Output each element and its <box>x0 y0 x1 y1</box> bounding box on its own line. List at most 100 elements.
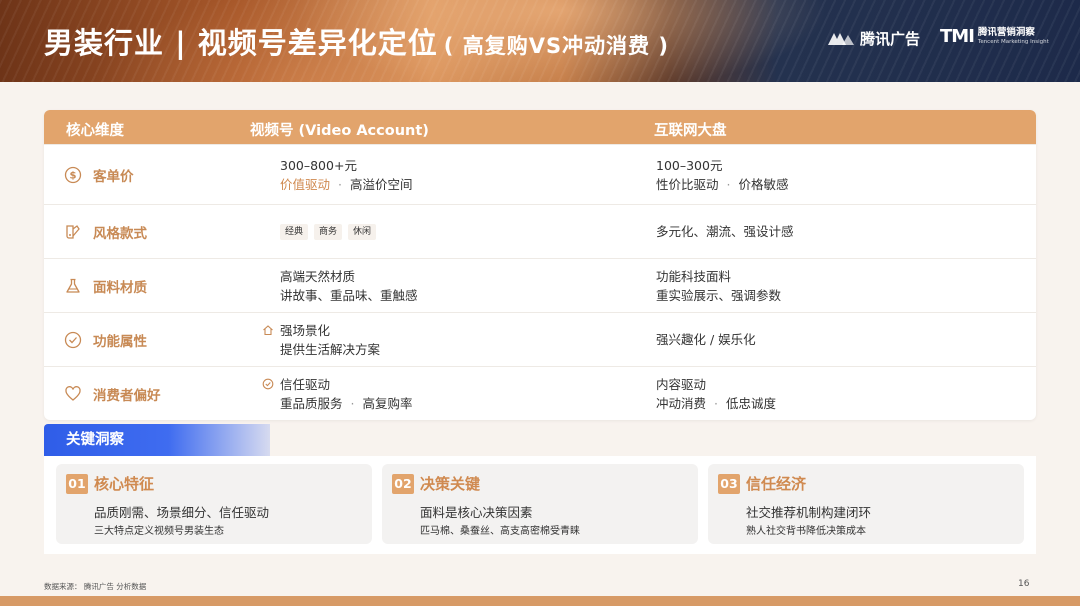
internet-cell: 多元化、潮流、强设计感 <box>656 205 794 258</box>
tmi-en-label: Tencent Marketing Insight <box>977 38 1049 45</box>
insight-line1: 面料是核心决策因素 <box>420 505 533 520</box>
insight-line1: 社交推荐机制构建闭环 <box>746 505 872 520</box>
header-video-account: 视频号 (Video Account) <box>250 123 429 139</box>
internet-preference-line1: 内容驱动 <box>656 376 707 392</box>
dimension-style: 风格款式 <box>64 205 147 258</box>
svg-text:$: $ <box>70 170 77 181</box>
tencent-logo-icon <box>828 32 854 45</box>
video-value-driven: 价值驱动 <box>280 176 331 192</box>
dimension-label: 客单价 <box>93 168 134 185</box>
video-cell: 300–800+元 价值驱动 · 高溢价空间 <box>280 145 413 204</box>
internet-price-desc: 性价比驱动 · 价格敏感 <box>656 175 789 194</box>
tencent-ads-logo: 腾讯广告 <box>826 28 920 49</box>
video-preference-line1: 信任驱动 <box>280 376 331 392</box>
video-premium: 高溢价空间 <box>350 176 413 192</box>
check-circle-icon <box>64 331 82 348</box>
internet-style-desc: 多元化、潮流、强设计感 <box>656 224 794 239</box>
internet-cell: 100–300元 性价比驱动 · 价格敏感 <box>656 145 789 204</box>
internet-cell: 强兴趣化 / 娱乐化 <box>656 313 756 366</box>
video-repurchase: 高复购率 <box>362 395 413 411</box>
separator-dot: · <box>726 176 731 192</box>
video-price-range: 300–800+元 <box>280 157 357 173</box>
style-tags: 经典 商务 休闲 <box>280 223 377 240</box>
video-cell: 高端天然材质 讲故事、重品味、重触感 <box>280 259 418 312</box>
tmi-mark: TMI <box>940 26 975 47</box>
video-quality-service: 重品质服务 <box>280 395 343 411</box>
dimension-fabric: 面料材质 <box>64 259 147 312</box>
internet-fabric-line1: 功能科技面料 <box>656 268 732 284</box>
video-fabric-line2: 讲故事、重品味、重触感 <box>280 287 418 303</box>
insight-card: 03 信任经济 社交推荐机制构建闭环 熟人社交背书降低决策成本 <box>708 464 1024 544</box>
video-cell: 信任驱动 重品质服务 · 高复购率 <box>280 367 413 420</box>
video-fabric-line1: 高端天然材质 <box>280 268 356 284</box>
dollar-circle-icon: $ <box>64 166 82 183</box>
dimension-label: 面料材质 <box>93 279 147 296</box>
table-header: 核心维度 视频号 (Video Account) 互联网大盘 <box>44 110 1036 144</box>
heart-icon <box>65 385 81 401</box>
video-cell: 强场景化 提供生活解决方案 <box>280 313 380 366</box>
insight-number: 03 <box>718 474 740 494</box>
insight-line2: 三大特点定义视频号男装生态 <box>94 526 224 537</box>
internet-preference-line2: 冲动消费 · 低忠诚度 <box>656 394 776 413</box>
internet-impulse: 冲动消费 <box>656 395 707 411</box>
internet-cell: 内容驱动 冲动消费 · 低忠诚度 <box>656 367 776 420</box>
insight-line2: 熟人社交背书降低决策成本 <box>746 526 866 537</box>
dimension-function: 功能属性 <box>64 313 147 366</box>
insights-panel: 01 核心特征 品质刚需、场景细分、信任驱动 三大特点定义视频号男装生态 02 … <box>44 456 1036 554</box>
internet-value-driven: 性价比驱动 <box>656 176 719 192</box>
dimension-preference: 消费者偏好 <box>64 367 161 420</box>
tmi-cn-label: 腾讯营销洞察 <box>977 27 1035 38</box>
page-title-main: 男装行业 | 视频号差异化定位 <box>44 26 438 60</box>
video-function-line1: 强场景化 <box>280 322 331 338</box>
style-tag: 经典 <box>280 223 309 240</box>
table-row: $ 客单价 300–800+元 价值驱动 · 高溢价空间 100–300元 性价比驱… <box>44 144 1036 204</box>
separator-dot: · <box>350 395 355 411</box>
insight-line2: 匹马棉、桑蚕丝、高支高密棉受青睐 <box>420 526 580 537</box>
check-badge-icon <box>262 378 274 390</box>
table-row: 功能属性 强场景化 提供生活解决方案 强兴趣化 / 娱乐化 <box>44 312 1036 366</box>
page-title-sub: ( 高复购VS冲动消费 ) <box>443 34 669 58</box>
tmi-logo: TMI 腾讯营销洞察 Tencent Marketing Insight <box>940 26 1049 47</box>
video-price-desc: 价值驱动 · 高溢价空间 <box>280 175 413 194</box>
dimension-label: 消费者偏好 <box>93 387 161 404</box>
tmi-text: 腾讯营销洞察 Tencent Marketing Insight <box>978 28 1049 45</box>
flask-icon <box>66 278 80 293</box>
style-tag: 休闲 <box>348 223 377 240</box>
comparison-table: 核心维度 视频号 (Video Account) 互联网大盘 $ 客单价 300… <box>44 110 1036 420</box>
table-row: 消费者偏好 信任驱动 重品质服务 · 高复购率 内容驱动 冲动消费 · 低忠诚度 <box>44 366 1036 420</box>
insight-title: 决策关键 <box>420 475 481 493</box>
dimension-label: 功能属性 <box>93 333 147 350</box>
internet-function-line1: 强兴趣化 / 娱乐化 <box>656 332 756 347</box>
table-row: 风格款式 经典 商务 休闲 多元化、潮流、强设计感 <box>44 204 1036 258</box>
insight-title: 信任经济 <box>746 475 807 493</box>
video-function-line2: 提供生活解决方案 <box>280 341 381 357</box>
insight-line1: 品质刚需、场景细分、信任驱动 <box>94 505 270 520</box>
video-cell: 经典 商务 休闲 <box>280 205 377 258</box>
video-preference-line2: 重品质服务 · 高复购率 <box>280 394 413 413</box>
dimension-price: $ 客单价 <box>64 145 134 204</box>
style-tag: 商务 <box>314 223 343 240</box>
separator-dot: · <box>714 395 718 411</box>
header-banner: 男装行业 | 视频号差异化定位( 高复购VS冲动消费 ) 腾讯广告 TMI 腾讯… <box>0 0 1080 82</box>
separator-dot: · <box>338 176 342 192</box>
insight-number: 02 <box>392 474 414 494</box>
internet-price-range: 100–300元 <box>656 157 723 173</box>
page-number: 16 <box>1018 579 1030 589</box>
insight-card: 01 核心特征 品质刚需、场景细分、信任驱动 三大特点定义视频号男装生态 <box>56 464 372 544</box>
internet-price-sensitive: 价格敏感 <box>738 176 789 192</box>
insights-heading: 关键洞察 <box>44 424 270 456</box>
internet-low-loyalty: 低忠诚度 <box>726 395 777 411</box>
internet-fabric-line2: 重实验展示、强调参数 <box>656 287 782 303</box>
insight-number: 01 <box>66 474 88 494</box>
header-internet: 互联网大盘 <box>654 123 727 139</box>
home-icon <box>262 324 274 336</box>
table-row: 面料材质 高端天然材质 讲故事、重品味、重触感 功能科技面料 重实验展示、强调参… <box>44 258 1036 312</box>
insight-title: 核心特征 <box>94 475 155 493</box>
tencent-ads-label: 腾讯广告 <box>860 30 921 48</box>
page-title: 男装行业 | 视频号差异化定位( 高复购VS冲动消费 ) <box>44 20 669 62</box>
internet-cell: 功能科技面料 重实验展示、强调参数 <box>656 259 781 312</box>
data-source-note: 数据来源： 腾讯广告 分析数据 <box>44 582 147 591</box>
insight-card: 02 决策关键 面料是核心决策因素 匹马棉、桑蚕丝、高支高密棉受青睐 <box>382 464 698 544</box>
dimension-label: 风格款式 <box>93 225 147 242</box>
header-dimension: 核心维度 <box>66 123 124 139</box>
